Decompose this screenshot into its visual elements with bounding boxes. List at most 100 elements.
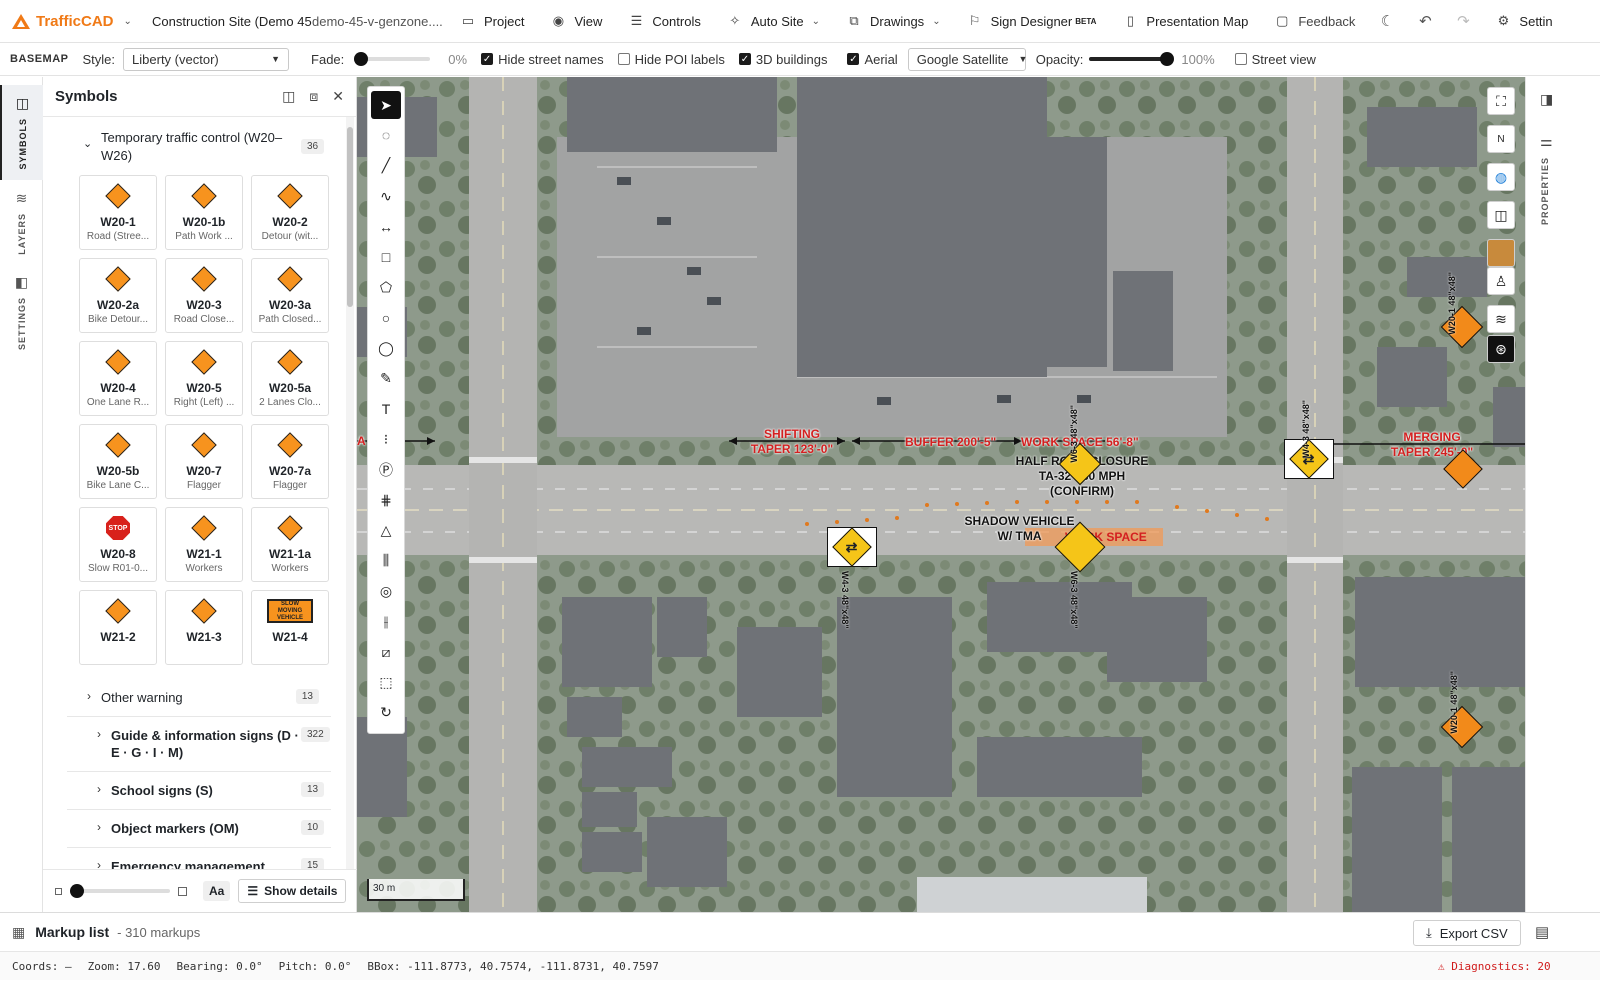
fullscreen-icon[interactable]: ⛶ — [1487, 87, 1515, 115]
snap-icon[interactable]: ⊛ — [1487, 335, 1515, 363]
target-icon[interactable]: ◎ — [371, 577, 401, 605]
menu-presentation-map[interactable]: ▯ Presentation Map — [1109, 0, 1261, 42]
curve-icon[interactable]: ∿ — [371, 182, 401, 210]
polygon-icon[interactable]: ⬠ — [371, 273, 401, 301]
rail-tab-layers[interactable]: ≋ LAYERS — [0, 180, 43, 265]
area-select-icon[interactable]: ⬚ — [371, 668, 401, 696]
category-row[interactable]: › Emergency management signs (EM) 15 — [67, 847, 331, 869]
rail-tab-symbols[interactable]: ◫ SYMBOLS — [0, 85, 43, 180]
text-toggle-button[interactable]: Aa — [203, 881, 231, 901]
layers-icon[interactable]: ≋ — [1487, 305, 1515, 333]
dock-icon[interactable]: ⧈ — [309, 88, 318, 105]
symbol-size-handle[interactable] — [70, 884, 84, 898]
rotate-icon[interactable]: ↻ — [371, 699, 401, 727]
compare-icon[interactable]: ◫ — [1487, 201, 1515, 229]
aerial-checkbox[interactable]: ✓ Aerial — [847, 52, 898, 67]
symbol-tile[interactable]: W20-4 One Lane R... — [79, 341, 157, 416]
app-switcher[interactable]: TrafficCAD ⌄ — [0, 13, 140, 30]
symbol-tile[interactable]: W21-1a Workers — [251, 507, 329, 582]
aerial-thumbnail-icon[interactable] — [1487, 239, 1515, 267]
menu-auto-site[interactable]: ✧ Auto Site ⌄ — [714, 0, 833, 42]
polygon-dotted-icon[interactable]: ◯ — [371, 334, 401, 362]
menu-controls[interactable]: ☰ Controls — [615, 0, 713, 42]
compass-north-icon[interactable]: N — [1487, 125, 1515, 153]
opacity-slider[interactable] — [1089, 52, 1175, 66]
menu-feedback[interactable]: ▢ Feedback — [1261, 0, 1368, 42]
crosswalk-icon[interactable]: ⋕ — [371, 486, 401, 514]
style-select[interactable]: Liberty (vector) ▼ — [123, 47, 290, 71]
show-details-button[interactable]: ☰ Show details — [238, 879, 347, 903]
project-slug[interactable]: demo-45-v-genzone.... — [312, 14, 447, 29]
symbol-tile[interactable]: W20-1 Road (Stree... — [79, 175, 157, 250]
symbol-tile[interactable]: W20-2a Bike Detour... — [79, 258, 157, 333]
category-row[interactable]: › Object markers (OM) 10 — [67, 809, 331, 847]
taper-icon[interactable]: △ — [371, 516, 401, 544]
symbol-tile[interactable]: W21-3 — [165, 590, 243, 665]
hide-poi-labels-checkbox[interactable]: Hide POI labels — [617, 52, 725, 67]
opacity-slider-handle[interactable] — [1160, 52, 1175, 66]
symbol-tile[interactable]: SLOW MOVING VEHICLE W21-4 — [251, 590, 329, 665]
menu-project[interactable]: ▭ Project — [447, 0, 537, 42]
markup-list-bar[interactable]: ▦ Markup list - 310 markups ⤓ Export CSV … — [0, 912, 1600, 952]
symbol-tile[interactable]: W20-5b Bike Lane C... — [79, 424, 157, 499]
3d-buildings-checkbox[interactable]: ✓ 3D buildings — [738, 52, 827, 67]
hide-street-names-checkbox[interactable]: ✓ Hide street names — [481, 52, 604, 67]
sign-stack-icon[interactable]: ⁝ — [371, 425, 401, 453]
split-view-icon[interactable]: ◫ — [282, 88, 295, 105]
menu-sign-designer[interactable]: ⚐ Sign Designer BETA — [954, 0, 1110, 42]
symbol-tile[interactable]: W21-1 Workers — [165, 507, 243, 582]
text-icon[interactable]: T — [371, 395, 401, 423]
properties-label[interactable]: PROPERTIES — [1540, 157, 1550, 225]
scrollbar-thumb[interactable] — [347, 127, 353, 307]
rectangle-icon[interactable]: □ — [371, 243, 401, 271]
lasso-icon[interactable]: ◌ — [371, 121, 401, 149]
symbol-tile[interactable]: W20-3 Road Close... — [165, 258, 243, 333]
line-icon[interactable]: ╱ — [371, 152, 401, 180]
menu-settings[interactable]: ⚙ Settin — [1482, 0, 1565, 42]
symbol-tile[interactable]: W20-1b Path Work ... — [165, 175, 243, 250]
globe-icon[interactable]: ◍ — [1487, 163, 1515, 191]
street-view-pegman-icon[interactable]: ♙ — [1487, 267, 1515, 295]
symbols-list[interactable]: ⌄ Temporary traffic control (W20–W26) 36… — [43, 117, 343, 869]
circle-icon[interactable]: ○ — [371, 304, 401, 332]
sliders-icon[interactable]: ⚌ — [1540, 133, 1553, 150]
close-icon[interactable]: ✕ — [332, 88, 344, 105]
panel-right-icon[interactable]: ◨ — [1540, 91, 1553, 108]
symbol-tile[interactable]: W20-2 Detour (wit... — [251, 175, 329, 250]
fade-slider[interactable] — [354, 52, 431, 66]
rail-tab-settings[interactable]: ◧ SETTINGS — [0, 264, 43, 360]
pencil-icon[interactable]: ✎ — [371, 365, 401, 393]
symbol-tile[interactable]: STOP W20-8 Slow R01-0... — [79, 507, 157, 582]
street-view-checkbox[interactable]: Street view — [1234, 52, 1316, 67]
hatch-icon[interactable]: ⧄ — [371, 638, 401, 666]
symbol-tile[interactable]: W20-7a Flagger — [251, 424, 329, 499]
symbol-tile[interactable]: W20-5a 2 Lanes Clo... — [251, 341, 329, 416]
category-temporary-traffic-control[interactable]: ⌄ Temporary traffic control (W20–W26) 36 — [43, 117, 343, 165]
aerial-source-select[interactable]: Google Satellite ▼ — [907, 47, 1027, 71]
parking-icon[interactable]: Ⓟ — [371, 456, 401, 484]
project-name[interactable]: Construction Site (Demo 45 — [152, 14, 312, 29]
lane-icon[interactable]: ⫼ — [371, 547, 401, 575]
category-row[interactable]: › School signs (S) 13 — [67, 771, 331, 809]
panel-scrollbar[interactable] — [346, 117, 354, 869]
pointer-icon[interactable]: ➤ — [371, 91, 401, 119]
map-canvas[interactable]: A " SHIFTING TAPER 123'-0" BUFFER 200'-5… — [357, 77, 1525, 912]
dark-mode-icon[interactable]: ☾ — [1368, 0, 1406, 42]
export-csv-button[interactable]: ⤓ Export CSV — [1413, 920, 1521, 946]
diagnostics-link[interactable]: ⚠ Diagnostics: 20 — [1438, 960, 1551, 973]
map-sign-w4-3-west[interactable]: ⇄ — [827, 527, 877, 567]
symbol-tile[interactable]: W20-7 Flagger — [165, 424, 243, 499]
symbol-tile[interactable]: W20-3a Path Closed... — [251, 258, 329, 333]
category-row[interactable]: › Other warning 13 — [67, 679, 331, 716]
menu-drawings[interactable]: ⧉ Drawings ⌄ — [833, 0, 954, 42]
fade-slider-handle[interactable] — [354, 52, 369, 66]
dimension-icon[interactable]: ↔ — [371, 213, 401, 241]
undo-icon[interactable]: ↶ — [1406, 0, 1444, 42]
menu-view[interactable]: ◉ View — [537, 0, 615, 42]
barrier-icon[interactable]: ⫲ — [371, 608, 401, 636]
symbol-size-slider[interactable] — [70, 884, 170, 898]
symbol-tile[interactable]: W20-5 Right (Left) ... — [165, 341, 243, 416]
symbol-tile[interactable]: W21-2 — [79, 590, 157, 665]
redo-icon[interactable]: ↷ — [1444, 0, 1482, 42]
category-row[interactable]: › Guide & information signs (D · E · G · … — [67, 716, 331, 771]
